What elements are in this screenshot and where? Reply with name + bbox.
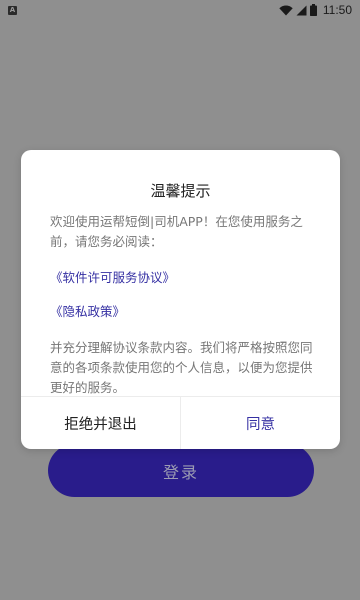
status-left: A	[8, 5, 17, 15]
dialog-title: 温馨提示	[150, 182, 211, 200]
status-right: 11:50	[279, 3, 352, 17]
dialog-notice-text: 并充分理解协议条款内容。我们将严格按照您同意的各项条款使用您的个人信息，以便为您…	[50, 340, 313, 395]
software-license-agreement-link[interactable]: 《软件许可服务协议》	[50, 268, 318, 288]
agree-button[interactable]: 同意	[181, 397, 340, 449]
decline-and-exit-button[interactable]: 拒绝并退出	[21, 397, 181, 449]
dialog-actions: 拒绝并退出 同意	[21, 396, 340, 449]
privacy-dialog: 温馨提示 欢迎使用运帮短倒|司机APP！在您使用服务之前，请您务必阅读： 《软件…	[21, 150, 340, 449]
signal-icon	[296, 5, 307, 16]
privacy-policy-link[interactable]: 《隐私政策》	[50, 302, 318, 322]
status-bar: A 11:50	[0, 0, 360, 20]
login-button[interactable]: 登录	[48, 444, 314, 497]
dialog-intro-text: 欢迎使用运帮短倒|司机APP！在您使用服务之前，请您务必阅读：	[50, 214, 303, 249]
app-notification-icon: A	[8, 5, 17, 15]
dialog-body: 欢迎使用运帮短倒|司机APP！在您使用服务之前，请您务必阅读： 《软件许可服务协…	[50, 212, 318, 398]
wifi-icon	[279, 5, 293, 16]
battery-icon	[309, 4, 317, 16]
app-screen: A 11:50 登录 温馨提示 欢迎使用运帮短倒|司机APP！在您使用服务之前，…	[0, 0, 360, 600]
status-time: 11:50	[322, 3, 352, 17]
